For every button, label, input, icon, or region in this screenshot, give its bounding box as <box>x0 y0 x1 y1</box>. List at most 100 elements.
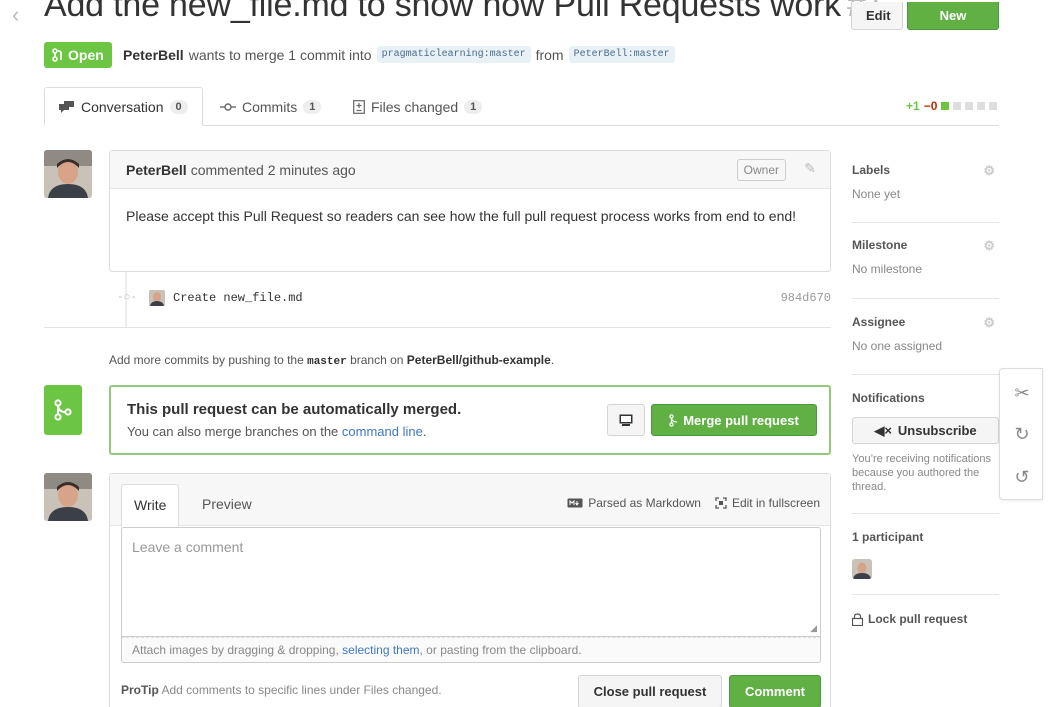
comment-textarea[interactable]: Leave a comment ◢ <box>121 527 821 637</box>
diffstat-block-neutral <box>965 102 974 110</box>
protip-text: Add comments to specific lines under Fil… <box>161 683 442 697</box>
open-in-desktop-button[interactable] <box>607 404 645 436</box>
divider <box>852 594 999 595</box>
avatar[interactable] <box>44 473 92 521</box>
merge-pull-request-button[interactable]: Merge pull request <box>651 404 817 436</box>
merge-title: This pull request can be automatically m… <box>127 401 462 418</box>
gear-icon[interactable]: ⚙ <box>983 315 995 331</box>
pr-title-text: Add the new_file.md to show how Pull Req… <box>44 0 841 24</box>
unsubscribe-button[interactable]: ◀× Unsubscribe <box>852 417 999 444</box>
push-info-branch: master <box>307 356 347 368</box>
commit-row: -○- Create new_file.md 984d670 <box>109 286 831 310</box>
diffstat-block-neutral <box>977 102 986 110</box>
notification-reason: You’re receiving notifications because y… <box>852 453 992 493</box>
labels-title-text: Labels <box>852 163 891 177</box>
assignee-title-text: Assignee <box>852 315 906 329</box>
parsed-as-markdown[interactable]: Parsed as Markdown <box>567 496 701 510</box>
new-issue-button[interactable]: New issue <box>907 2 999 30</box>
divider <box>852 374 999 375</box>
assignee-title[interactable]: Assignee ⚙ <box>852 315 999 331</box>
state-badge: Open <box>44 42 112 68</box>
merge-box: This pull request can be automatically m… <box>109 385 831 455</box>
tab-preview[interactable]: Preview <box>190 484 264 527</box>
diffstat-additions: +1 <box>906 99 920 113</box>
commit-sha[interactable]: 984d670 <box>781 291 831 305</box>
fullscreen-label: Edit in fullscreen <box>731 496 820 510</box>
resize-grip-icon[interactable]: ◢ <box>810 623 817 634</box>
comment-time[interactable]: commented 2 minutes ago <box>191 162 356 178</box>
refresh-icon[interactable]: ↻ <box>1000 414 1044 454</box>
gear-icon[interactable]: ⚙ <box>983 238 995 254</box>
attach-suffix: , or pasting from the clipboard. <box>419 643 582 657</box>
milestone-value: No milestone <box>852 262 923 276</box>
protip-label: ProTip <box>121 683 159 697</box>
notifications-title: Notifications <box>852 391 925 405</box>
fullscreen-icon <box>715 497 727 509</box>
back-arrow-icon[interactable]: ‹ <box>12 2 19 28</box>
labels-title[interactable]: Labels ⚙ <box>852 163 999 179</box>
merge-subtitle: You can also merge branches on the comma… <box>127 424 426 439</box>
commit-message[interactable]: Create new_file.md <box>173 291 303 305</box>
new-comment-form: Write Preview Parsed as Markdown Edit in… <box>109 473 831 707</box>
tab-files-label: Files changed <box>371 98 459 115</box>
comment-box: PeterBell commented 2 minutes ago Owner … <box>109 150 831 272</box>
merge-sub-suffix: . <box>422 424 427 439</box>
push-info-prefix: Add more commits by pushing to the <box>109 353 304 367</box>
scissors-icon[interactable]: ✂ <box>1000 373 1044 413</box>
git-merge-icon <box>669 413 678 427</box>
tab-write[interactable]: Write <box>121 484 180 527</box>
diffstat-block-neutral <box>989 102 998 110</box>
gear-icon[interactable]: ⚙ <box>983 163 995 179</box>
attach-images-bar[interactable]: Attach images by dragging & dropping, se… <box>121 637 821 663</box>
protip: ProTip Add comments to specific lines un… <box>121 683 442 697</box>
state-label: Open <box>68 47 104 63</box>
tab-files-changed[interactable]: Files changed 1 <box>339 87 496 126</box>
avatar[interactable] <box>149 290 165 306</box>
pr-author[interactable]: PeterBell <box>123 47 184 63</box>
labels-value: None yet <box>852 187 901 201</box>
tab-commits-label: Commits <box>242 98 298 115</box>
comment-header: PeterBell commented 2 minutes ago Owner … <box>110 151 830 189</box>
sidebar-assignee: Assignee ⚙ No one assigned <box>852 315 999 353</box>
markdown-icon <box>567 498 583 508</box>
parsed-label: Parsed as Markdown <box>588 496 701 510</box>
divider <box>44 327 831 328</box>
pr-meta-text: wants to merge 1 commit into <box>188 46 372 63</box>
milestone-title[interactable]: Milestone ⚙ <box>852 238 999 254</box>
comment-body: Please accept this Pull Request so reade… <box>126 208 797 224</box>
pencil-icon[interactable]: ✎ <box>804 160 816 177</box>
divider <box>852 222 999 223</box>
pr-title: Add the new_file.md to show how Pull Req… <box>44 0 885 25</box>
tab-files-count: 1 <box>464 99 483 114</box>
diff-icon <box>353 99 365 114</box>
edit-button[interactable]: Edit <box>851 2 903 30</box>
divider <box>852 298 999 299</box>
unsubscribe-label: Unsubscribe <box>897 423 977 438</box>
selecting-them-link[interactable]: selecting them <box>342 643 419 657</box>
sidebar-labels: Labels ⚙ None yet <box>852 163 999 201</box>
edit-in-fullscreen[interactable]: Edit in fullscreen <box>715 496 820 510</box>
tab-commits[interactable]: Commits 1 <box>206 87 335 126</box>
command-line-link[interactable]: command line <box>342 424 423 439</box>
git-commit-icon: -○- <box>117 292 137 304</box>
new-comment-header: Write Preview Parsed as Markdown Edit in… <box>110 474 830 527</box>
comment-placeholder: Leave a comment <box>132 539 244 555</box>
monitor-icon <box>619 414 633 426</box>
base-branch: pragmaticlearning:master <box>376 46 531 63</box>
avatar[interactable] <box>44 150 92 198</box>
lock-pull-request[interactable]: Lock pull request <box>852 612 967 626</box>
attach-prefix: Attach images by dragging & dropping, <box>132 643 339 657</box>
close-pull-request-button[interactable]: Close pull request <box>578 675 722 707</box>
sidebar-milestone: Milestone ⚙ No milestone <box>852 238 999 276</box>
participants-title: 1 participant <box>852 530 924 544</box>
divider <box>852 513 999 514</box>
mute-icon: ◀× <box>874 422 892 438</box>
diffstat-deletions: −0 <box>923 99 938 113</box>
tab-conversation[interactable]: Conversation 0 <box>44 87 203 126</box>
avatar[interactable] <box>852 559 872 579</box>
comment-author[interactable]: PeterBell <box>126 162 187 178</box>
undo-icon[interactable]: ↺ <box>1000 457 1044 497</box>
lock-label: Lock pull request <box>868 612 968 626</box>
owner-badge: Owner <box>736 159 786 181</box>
comment-button[interactable]: Comment <box>729 675 821 707</box>
